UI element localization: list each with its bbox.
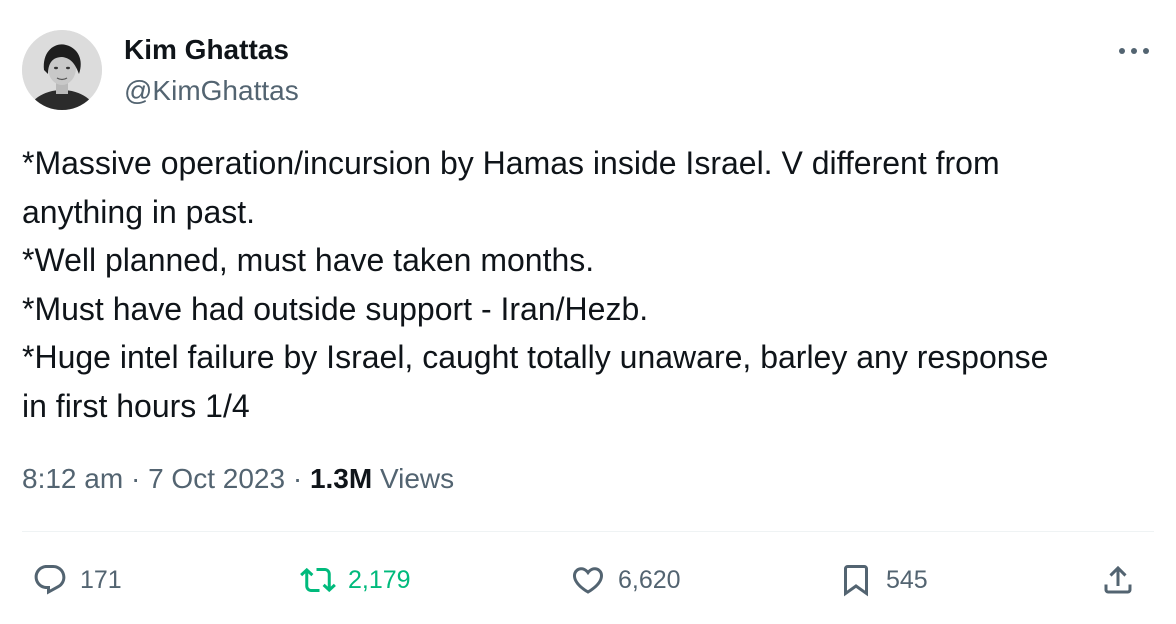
more-horizontal-icon	[1118, 47, 1150, 55]
retweet-button[interactable]: 2,179	[300, 558, 411, 602]
like-button[interactable]: 6,620	[570, 558, 681, 602]
like-count: 6,620	[618, 566, 681, 594]
reply-count: 171	[80, 566, 122, 594]
bookmark-icon	[838, 562, 874, 598]
tweet-line: *Massive operation/incursion by Hamas in…	[22, 145, 1000, 181]
avatar[interactable]	[22, 30, 102, 110]
tweet-line: anything in past.	[22, 193, 256, 230]
views-label[interactable]: Views	[380, 463, 454, 494]
views-count[interactable]: 1.3M	[310, 463, 372, 494]
tweet-date[interactable]: 7 Oct 2023	[148, 463, 285, 494]
tweet-text: *Massive operation/incursion by Hamas in…	[22, 139, 1162, 430]
tweet-meta: 8:12 am · 7 Oct 2023 · 1.3M Views	[22, 459, 454, 499]
tweet-line: in first hours 1/4	[22, 387, 250, 424]
author-handle[interactable]: @KimGhattas	[124, 74, 299, 108]
share-icon	[1100, 562, 1136, 598]
meta-separator: ·	[130, 463, 141, 494]
retweet-count: 2,179	[348, 566, 411, 594]
divider	[22, 531, 1154, 532]
tweet-line: *Must have had outside support - Iran/He…	[22, 290, 649, 327]
retweet-icon	[300, 562, 336, 598]
bookmark-count: 545	[886, 566, 928, 594]
author-name[interactable]: Kim Ghattas	[124, 33, 289, 67]
tweet-time[interactable]: 8:12 am	[22, 463, 123, 494]
more-options-button[interactable]	[1112, 36, 1156, 66]
avatar-photo	[22, 30, 102, 110]
bookmark-button[interactable]: 545	[838, 558, 928, 602]
reply-icon	[32, 562, 68, 598]
reply-button[interactable]: 171	[32, 558, 122, 602]
share-button[interactable]	[1100, 558, 1136, 602]
tweet-line: *Well planned, must have taken months.	[22, 242, 595, 278]
meta-separator: ·	[292, 463, 303, 494]
heart-icon	[570, 562, 606, 598]
tweet-card: Kim Ghattas @KimGhattas *Massive operati…	[0, 0, 1176, 624]
tweet-line: *Huge intel failure by Israel, caught to…	[22, 339, 1049, 375]
